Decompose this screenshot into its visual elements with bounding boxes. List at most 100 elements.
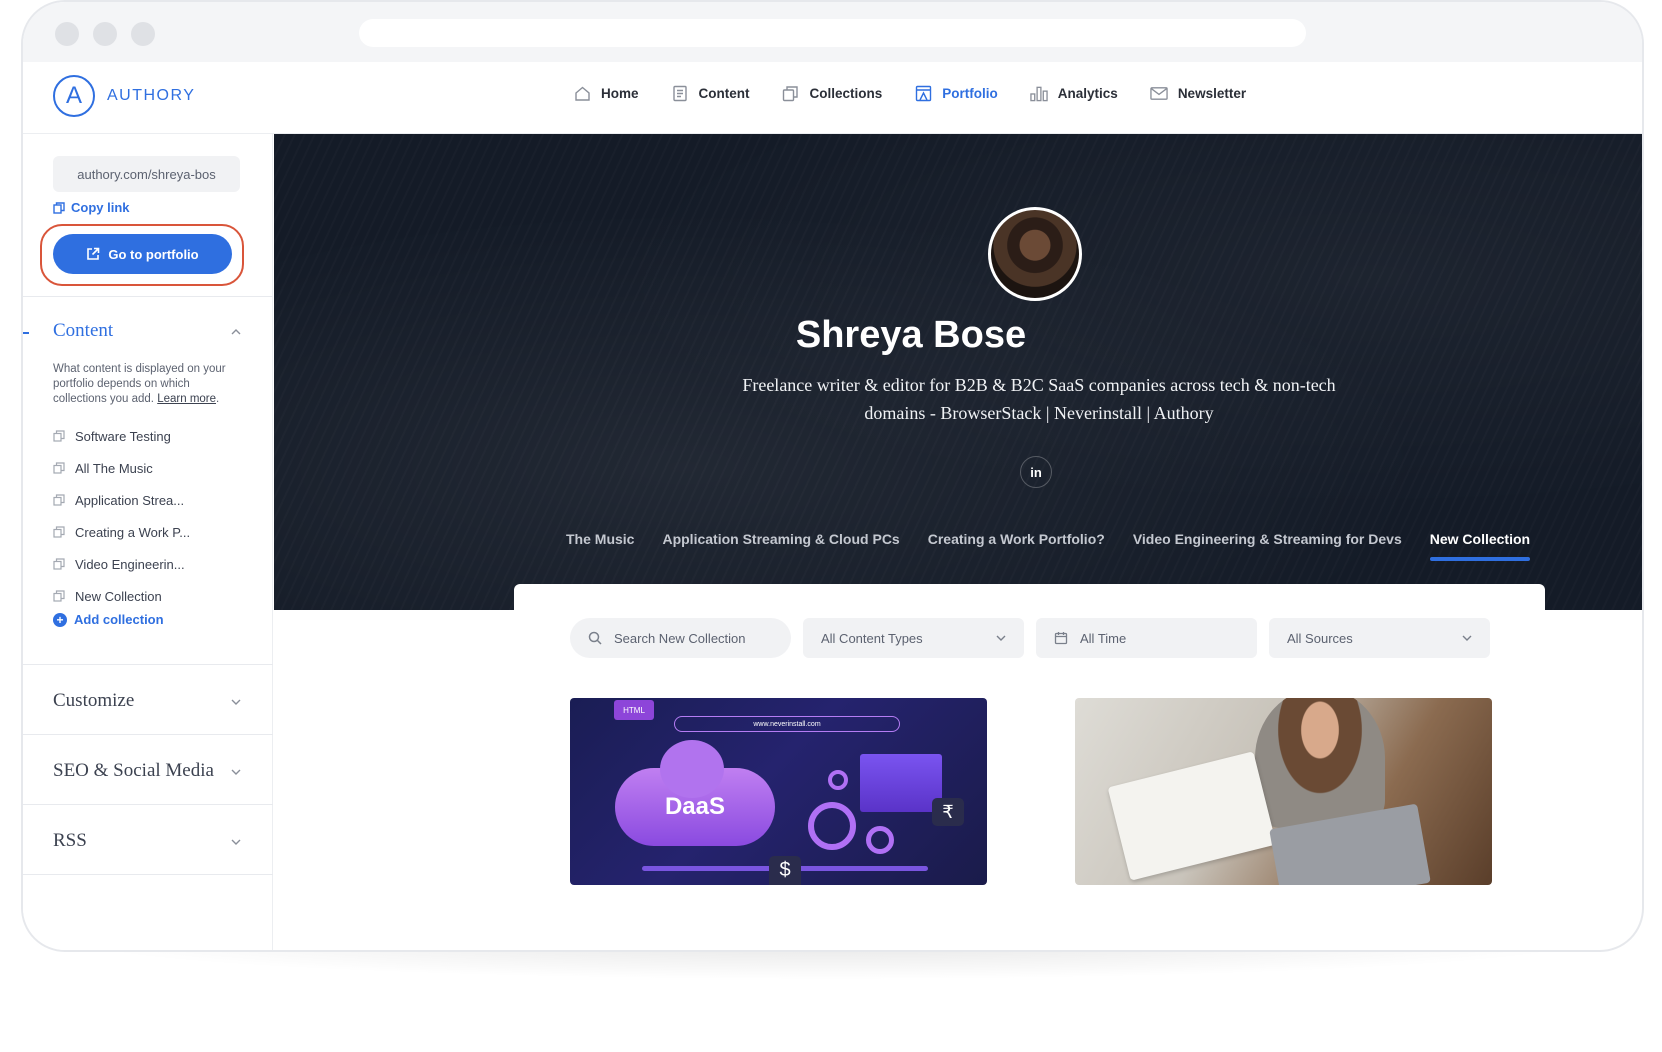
- daas-cloud-graphic: DaaS: [615, 740, 775, 846]
- nav-portfolio-label: Portfolio: [942, 85, 998, 101]
- chevron-down-icon: [996, 632, 1006, 644]
- gear-icon: [828, 770, 848, 790]
- nav-collections[interactable]: Collections: [782, 84, 883, 102]
- go-to-portfolio-button[interactable]: Go to portfolio: [53, 234, 232, 274]
- dollar-badge: $: [769, 856, 801, 885]
- profile-avatar: [988, 207, 1082, 301]
- nav-home[interactable]: Home: [573, 84, 639, 102]
- nav-content-label: Content: [698, 85, 750, 101]
- logo-text: AUTHORY: [107, 87, 196, 104]
- collection-item-application-streaming[interactable]: Application Strea...: [53, 484, 190, 516]
- nav-newsletter[interactable]: Newsletter: [1150, 84, 1246, 102]
- newsletter-icon: [1150, 84, 1168, 102]
- sidebar-divider: [23, 804, 273, 805]
- nav-analytics[interactable]: Analytics: [1030, 84, 1118, 102]
- collection-icon: [53, 558, 65, 570]
- customize-section-title[interactable]: Customize: [53, 690, 134, 712]
- collection-icon: [53, 494, 65, 506]
- tab-the-music[interactable]: The Music: [566, 531, 634, 561]
- active-section-marker: [23, 332, 29, 334]
- plus-circle-icon: +: [53, 612, 67, 627]
- analytics-icon: [1030, 84, 1048, 102]
- go-to-portfolio-label: Go to portfolio: [108, 246, 199, 262]
- logo-mark-icon: A: [53, 75, 95, 117]
- browser-window: A AUTHORY Home Content Collections Portf…: [21, 0, 1644, 952]
- time-range-select[interactable]: All Time: [1036, 618, 1257, 658]
- authory-logo[interactable]: A AUTHORY: [53, 75, 195, 117]
- address-bar[interactable]: [359, 19, 1306, 47]
- collection-item-video-engineering[interactable]: Video Engineerin...: [53, 548, 190, 580]
- sources-select[interactable]: All Sources: [1269, 618, 1490, 658]
- calendar-icon: [1054, 632, 1068, 645]
- add-collection-label: Add collection: [74, 612, 164, 627]
- tab-application-streaming[interactable]: Application Streaming & Cloud PCs: [662, 531, 899, 561]
- person-photo-graphic: [1255, 698, 1385, 828]
- tab-new-collection[interactable]: New Collection: [1429, 531, 1531, 561]
- chevron-down-icon[interactable]: [230, 766, 242, 778]
- content-icon: [671, 84, 689, 102]
- collection-item-creating-work-portfolio[interactable]: Creating a Work P...: [53, 516, 190, 548]
- nav-newsletter-label: Newsletter: [1177, 85, 1247, 101]
- learn-more-link[interactable]: Learn more: [157, 393, 216, 405]
- collection-icon: [53, 430, 65, 442]
- chevron-down-icon[interactable]: [230, 836, 242, 848]
- nav-portfolio[interactable]: Portfolio: [914, 84, 998, 102]
- content-section-description: What content is displayed on your portfo…: [53, 363, 226, 405]
- content-card-daas[interactable]: HTML www.neverinstall.com DaaS ₹ $: [570, 698, 987, 885]
- copy-icon: [53, 201, 65, 214]
- nav-content[interactable]: Content: [671, 84, 750, 102]
- seo-section-title[interactable]: SEO & Social Media: [53, 760, 214, 782]
- window-minimize-dot[interactable]: [93, 22, 117, 46]
- nav-collections-label: Collections: [809, 85, 883, 101]
- portfolio-url-field[interactable]: authory.com/shreya-bos: [53, 156, 240, 192]
- html-tag-graphic: HTML: [614, 700, 654, 720]
- time-range-value: All Time: [1080, 630, 1127, 646]
- content-card-photo[interactable]: [1075, 698, 1492, 885]
- portfolio-icon: [914, 84, 932, 102]
- window-graphic: [860, 754, 942, 812]
- collection-item-new-collection[interactable]: New Collection: [53, 580, 190, 612]
- nav-analytics-label: Analytics: [1057, 85, 1118, 101]
- chevron-down-icon[interactable]: [230, 696, 242, 708]
- rss-section-title[interactable]: RSS: [53, 830, 87, 852]
- gear-icon: [866, 826, 894, 854]
- window-close-dot[interactable]: [55, 22, 79, 46]
- external-link-icon: [87, 247, 100, 260]
- collection-list: Software Testing All The Music Applicati…: [53, 420, 190, 612]
- add-collection-button[interactable]: + Add collection: [53, 612, 164, 627]
- chevron-down-icon: [1462, 632, 1472, 644]
- content-section-title[interactable]: Content: [53, 320, 113, 342]
- page: A AUTHORY Home Content Collections Portf…: [0, 0, 1662, 1052]
- home-icon: [573, 84, 591, 102]
- collection-icon: [53, 526, 65, 538]
- filter-bar: Search New Collection All Content Types …: [570, 618, 1490, 658]
- copy-link-button[interactable]: Copy link: [53, 200, 130, 215]
- collection-content-panel: Search New Collection All Content Types …: [514, 584, 1545, 950]
- window-maximize-dot[interactable]: [131, 22, 155, 46]
- sidebar-divider: [23, 296, 273, 297]
- tab-video-engineering[interactable]: Video Engineering & Streaming for Devs: [1133, 531, 1402, 561]
- browser-chrome: [23, 2, 1642, 62]
- collection-icon: [53, 462, 65, 474]
- sidebar-divider: [23, 734, 273, 735]
- linkedin-icon[interactable]: in: [1020, 456, 1052, 488]
- search-icon: [588, 631, 602, 645]
- collections-icon: [782, 84, 800, 102]
- sidebar-divider: [23, 664, 273, 665]
- portfolio-hero: Shreya Bose Freelance writer & editor fo…: [274, 134, 1642, 610]
- tab-creating-work-portfolio[interactable]: Creating a Work Portfolio?: [928, 531, 1105, 561]
- profile-bio: Freelance writer & editor for B2B & B2C …: [742, 375, 1336, 423]
- chevron-up-icon[interactable]: [230, 326, 242, 338]
- search-field[interactable]: Search New Collection: [570, 618, 791, 658]
- nav-home-label: Home: [601, 85, 639, 101]
- profile-name: Shreya Bose: [795, 314, 1027, 356]
- collection-item-all-the-music[interactable]: All The Music: [53, 452, 190, 484]
- sources-value: All Sources: [1287, 630, 1353, 646]
- portfolio-settings-sidebar: authory.com/shreya-bos Copy link Go to p…: [23, 134, 273, 950]
- browser-url-graphic: www.neverinstall.com: [674, 716, 900, 732]
- gear-icon: [808, 802, 856, 850]
- content-type-select[interactable]: All Content Types: [803, 618, 1024, 658]
- top-navigation: A AUTHORY Home Content Collections Portf…: [23, 62, 1642, 134]
- collection-item-software-testing[interactable]: Software Testing: [53, 420, 190, 452]
- collection-tabs: The Music Application Streaming & Cloud …: [566, 531, 1531, 561]
